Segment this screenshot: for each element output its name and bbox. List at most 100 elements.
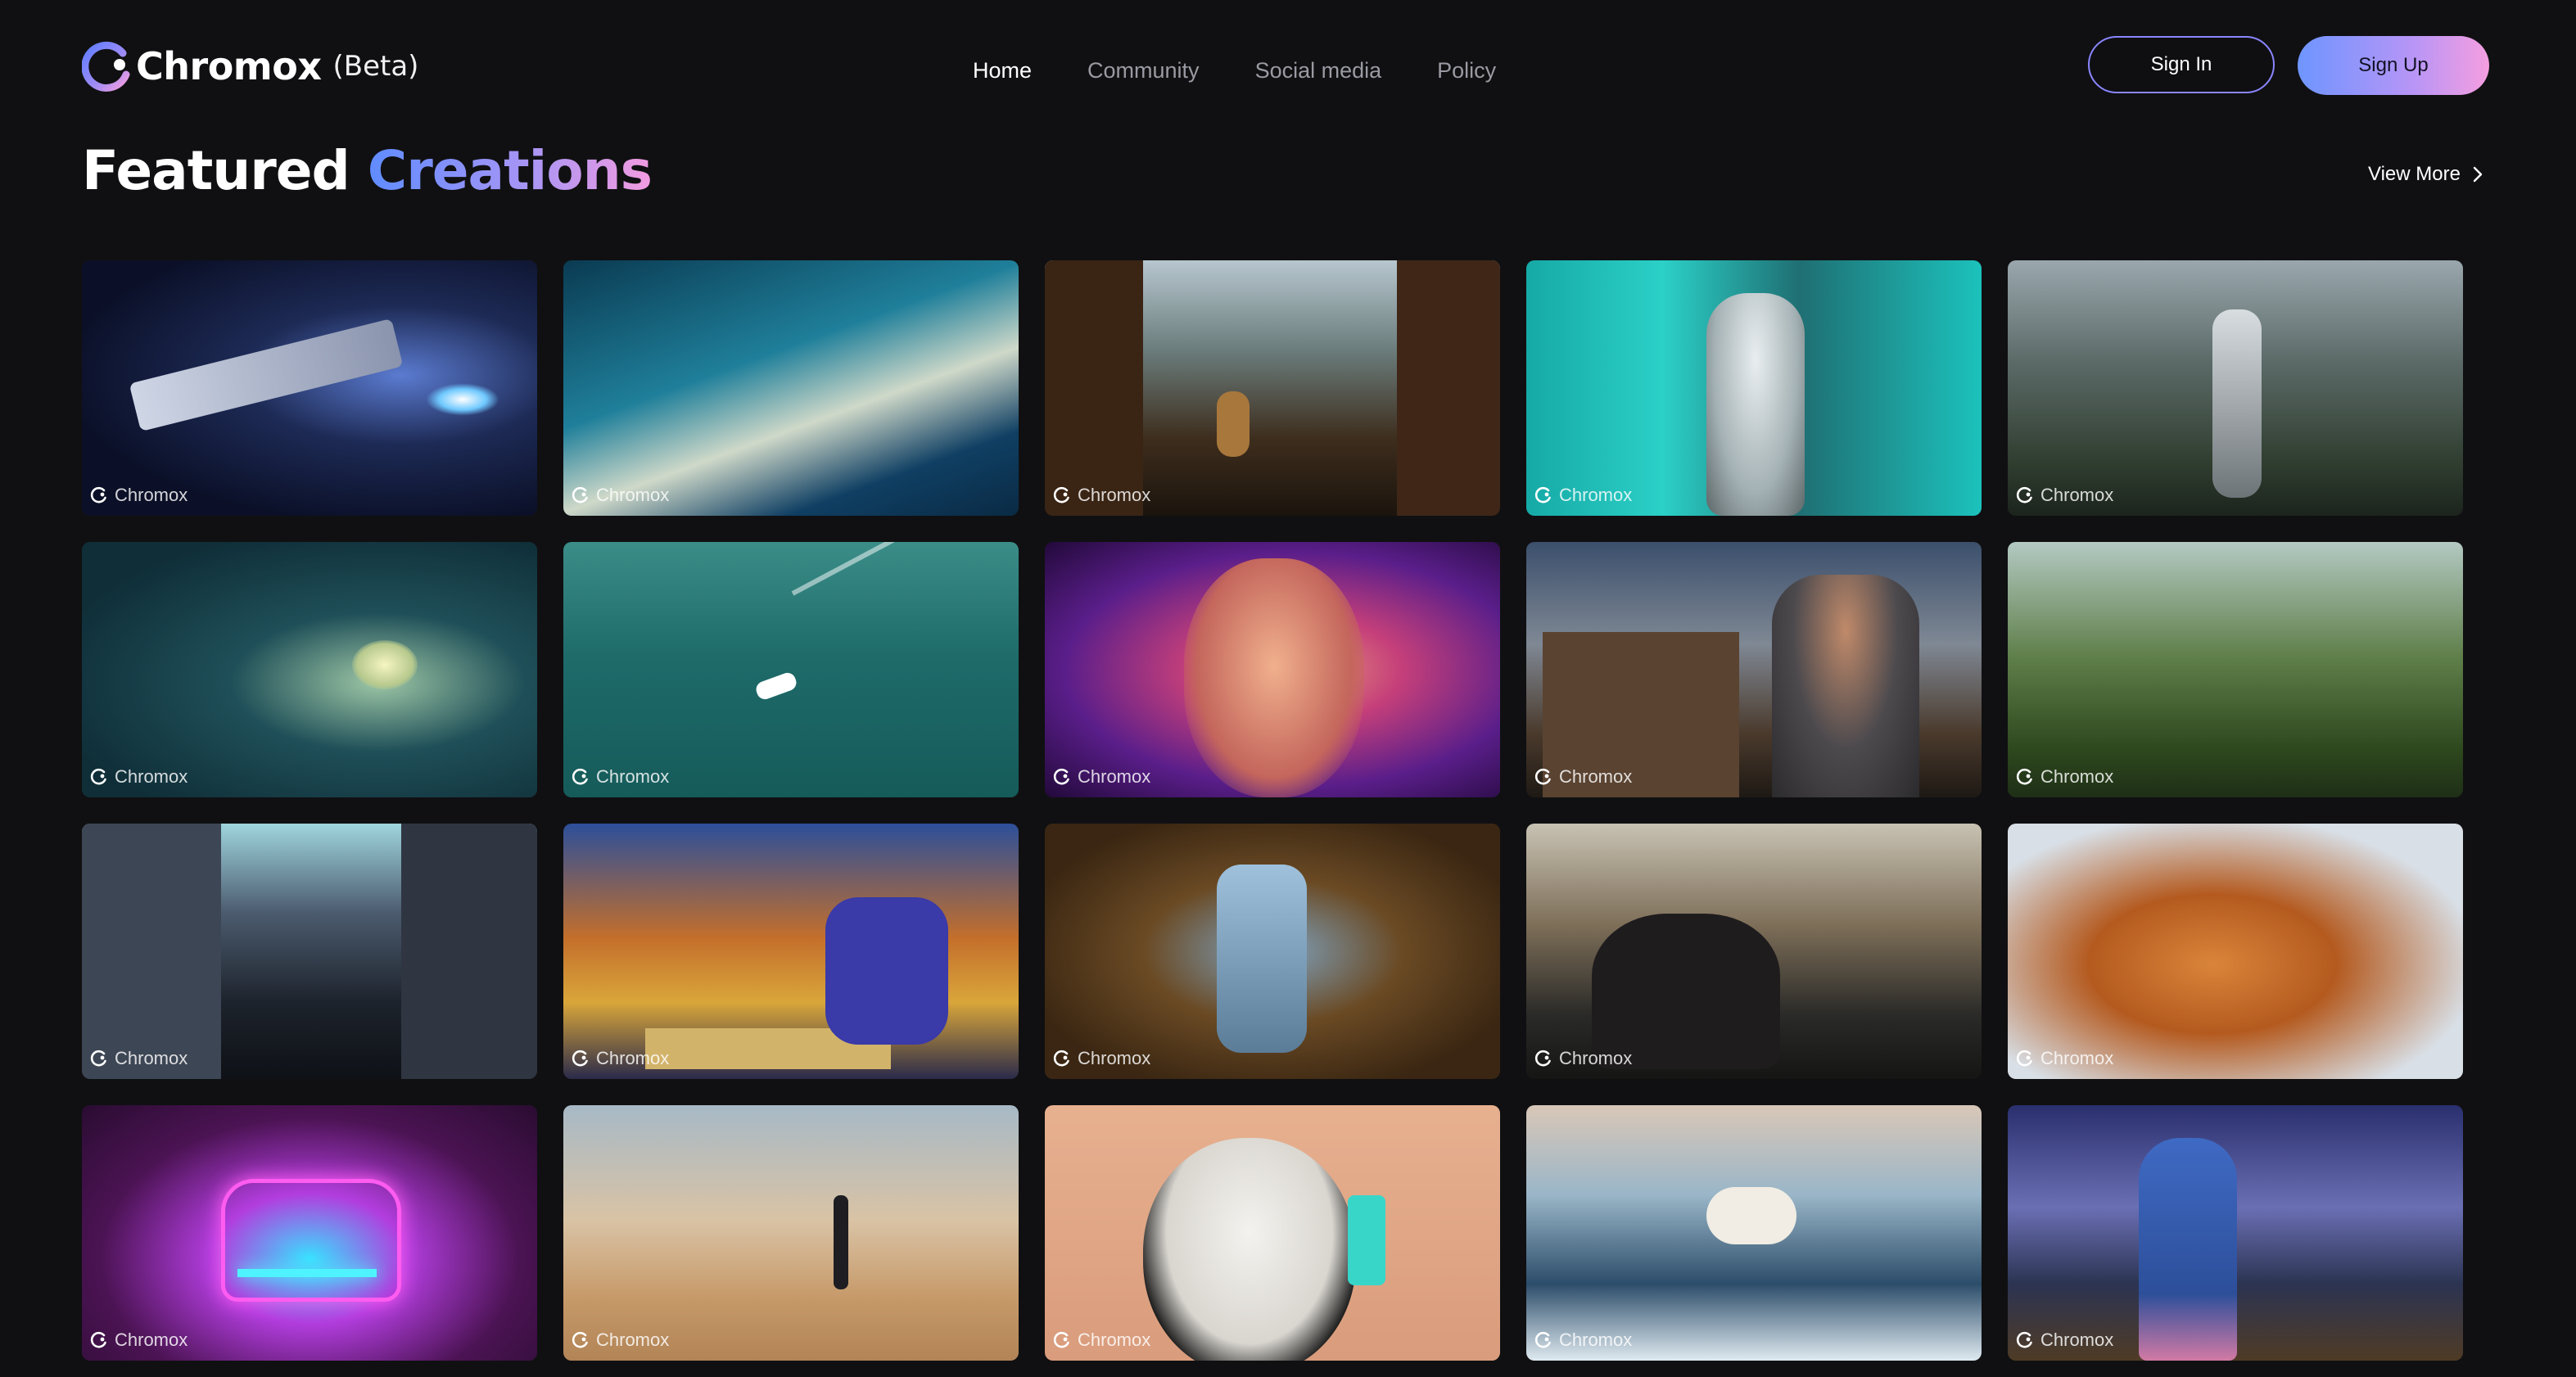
watermark: Chromox [90,485,188,506]
section-title: Featured Creations [82,139,653,202]
gallery-card-warrior-portrait[interactable]: Chromox [1045,542,1500,797]
watermark-label: Chromox [1078,485,1151,505]
chromox-watermark-icon [1053,1331,1069,1348]
watermark: Chromox [2016,766,2113,788]
gallery-card-painting-men[interactable]: Chromox [563,824,1019,1079]
watermark: Chromox [572,1330,669,1351]
gallery-card-tin-robot[interactable]: Chromox [1045,824,1500,1079]
watermark-label: Chromox [1559,1330,1633,1350]
gallery-card-mossy-forest[interactable]: Chromox [2008,542,2463,797]
thumbnail-image [82,260,537,516]
chromox-watermark-icon [572,1050,588,1067]
watermark: Chromox [90,1330,188,1351]
watermark: Chromox [90,1048,188,1069]
thumbnail-image [1045,1105,1500,1361]
watermark-label: Chromox [1559,485,1633,505]
watermark: Chromox [1053,1048,1150,1069]
gallery-card-comic-city[interactable]: Chromox [82,824,537,1079]
watermark-label: Chromox [1559,766,1633,787]
thumbnail-image [2008,542,2463,797]
watermark-label: Chromox [596,766,670,787]
watermark-label: Chromox [1559,1048,1633,1068]
chromox-watermark-icon [90,1050,106,1067]
thumbnail-image [1045,542,1500,797]
watermark: Chromox [1053,1330,1150,1351]
gallery-card-rider[interactable]: Chromox [1526,824,1982,1079]
nav-community[interactable]: Community [1087,58,1200,84]
watermark: Chromox [2016,485,2113,506]
main-nav: Home Community Social media Policy [973,54,1552,87]
watermark: Chromox [1534,1330,1632,1351]
gallery-card-neon-car[interactable]: Chromox [82,1105,537,1361]
chromox-watermark-icon [1534,768,1551,785]
thumbnail-image [1526,542,1982,797]
gallery-card-jellyfish[interactable]: Chromox [82,542,537,797]
watermark-label: Chromox [596,1330,670,1350]
nav-policy[interactable]: Policy [1437,58,1496,84]
watermark-label: Chromox [596,1048,670,1068]
chromox-watermark-icon [2016,1331,2032,1348]
watermark-label: Chromox [1078,1048,1151,1068]
chromox-watermark-icon [1534,486,1551,503]
brand-name: Chromox [136,44,322,88]
beta-badge: (Beta) [332,50,419,83]
watermark: Chromox [1053,485,1150,506]
view-more-link[interactable]: View More [2368,160,2483,188]
watermark-label: Chromox [115,1048,188,1068]
top-navigation-bar: Chromox (Beta) Home Community Social med… [0,0,2576,131]
gallery-card-knight-castle[interactable]: Chromox [1526,542,1982,797]
brand-logo[interactable]: Chromox (Beta) [82,39,418,93]
nav-social-media[interactable]: Social media [1255,58,1382,84]
gallery-card-panda[interactable]: Chromox [1045,1105,1500,1361]
chromox-watermark-icon [1534,1050,1551,1067]
chromox-watermark-icon [572,486,588,503]
thumbnail-image [1526,260,1982,516]
gallery-card-speedboat[interactable]: Chromox [563,542,1019,797]
thumbnail-image [563,260,1019,516]
watermark-label: Chromox [2040,485,2114,505]
section-title-plain: Featured [82,139,350,202]
gallery-card-orange-cat[interactable]: Chromox [2008,824,2463,1079]
watermark-label: Chromox [596,485,670,505]
chromox-watermark-icon [2016,768,2032,785]
watermark-label: Chromox [115,766,188,787]
chromox-watermark-icon [1053,768,1069,785]
gallery-card-robot-ruins[interactable]: Chromox [2008,260,2463,516]
watermark: Chromox [1534,485,1632,506]
watermark: Chromox [2016,1330,2113,1351]
sign-up-button[interactable]: Sign Up [2298,36,2489,95]
sign-in-button[interactable]: Sign In [2088,36,2275,93]
chromox-watermark-icon [1053,486,1069,503]
watermark-label: Chromox [115,1330,188,1350]
watermark-label: Chromox [2040,1048,2114,1068]
watermark: Chromox [572,766,669,788]
chromox-watermark-icon [1534,1331,1551,1348]
chromox-watermark-icon [90,1331,106,1348]
featured-gallery: Chromox Chromox Chromox Chromox Chromox … [82,260,2463,1361]
thumbnail-image [1526,1105,1982,1361]
gallery-card-spaceship[interactable]: Chromox [82,260,537,516]
nav-home[interactable]: Home [973,58,1032,84]
gallery-card-desert-man[interactable]: Chromox [563,1105,1019,1361]
thumbnail-image [563,1105,1019,1361]
chromox-watermark-icon [90,486,106,503]
watermark-label: Chromox [115,485,188,505]
watermark: Chromox [2016,1048,2113,1069]
thumbnail-image [1526,824,1982,1079]
chromox-watermark-icon [2016,1050,2032,1067]
watermark: Chromox [572,485,669,506]
thumbnail-image [2008,824,2463,1079]
chromox-watermark-icon [1053,1050,1069,1067]
chromox-watermark-icon [572,768,588,785]
gallery-card-child-stars[interactable]: Chromox [2008,1105,2463,1361]
gallery-card-robot-junk-town[interactable]: Chromox [1045,260,1500,516]
watermark: Chromox [572,1048,669,1069]
thumbnail-image [563,824,1019,1079]
gallery-card-polar-bear[interactable]: Chromox [1526,1105,1982,1361]
gallery-card-ocean-wave[interactable]: Chromox [563,260,1019,516]
gallery-card-astronaut[interactable]: Chromox [1526,260,1982,516]
watermark: Chromox [1534,766,1632,788]
watermark: Chromox [1534,1048,1632,1069]
thumbnail-image [1045,260,1500,516]
thumbnail-image [2008,260,2463,516]
